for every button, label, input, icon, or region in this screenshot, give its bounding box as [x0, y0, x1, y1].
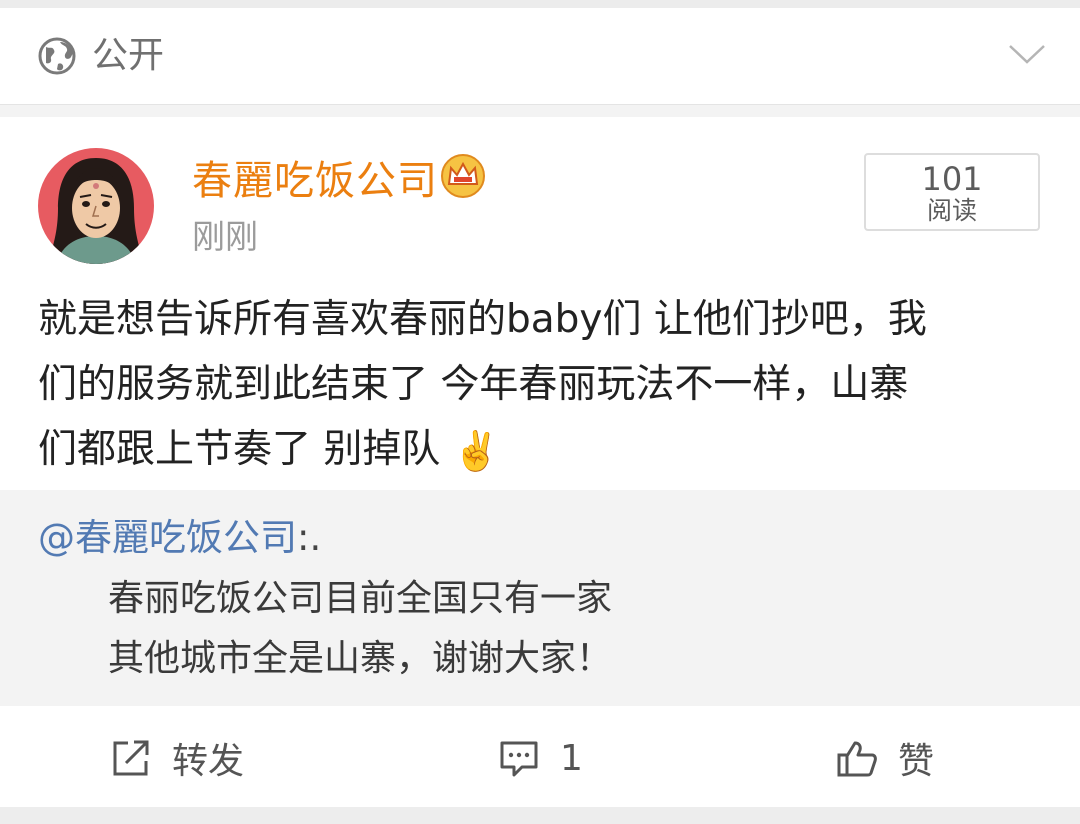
post-text-line: 就是想告诉所有喜欢春丽的baby们 让他们抄吧，我: [38, 297, 927, 342]
read-count-badge: 101 阅读: [864, 153, 1040, 231]
repost-author-link[interactable]: @春麗吃饭公司: [38, 516, 297, 559]
comment-count: 1: [560, 737, 583, 779]
repost-icon: [113, 740, 149, 776]
reposted-content[interactable]: @春麗吃饭公司:. 春丽吃饭公司目前全国只有一家 其他城市全是山寨，谢谢大家！: [0, 490, 1080, 706]
repost-author-suffix: :.: [297, 516, 322, 559]
visibility-selector[interactable]: 公开: [0, 8, 1080, 105]
repost-author-line: @春麗吃饭公司:.: [38, 514, 321, 562]
comment-button[interactable]: 1: [498, 733, 583, 783]
author-name[interactable]: 春麗吃饭公司: [192, 157, 438, 205]
post-timestamp: 刚刚: [192, 217, 258, 256]
visibility-label: 公开: [92, 35, 165, 76]
crown-icon: [441, 154, 485, 198]
post-text-line: 们的服务就到此结束了 今年春丽玩法不一样，山寨: [38, 362, 909, 407]
read-label: 阅读: [926, 196, 977, 225]
action-bar: 转发 1 赞: [0, 707, 1080, 807]
repost-text-line: 其他城市全是山寨，谢谢大家！: [108, 638, 613, 679]
repost-text-line: 春丽吃饭公司目前全国只有一家: [108, 578, 613, 619]
post-text-line-content: 们都跟上节奏了 别掉队: [38, 427, 441, 472]
bottom-strip: [0, 807, 1080, 824]
repost-label: 转发: [172, 741, 245, 782]
post-card: 春麗吃饭公司 刚刚 101 阅读 就是想告诉所有喜欢春丽的baby们 让他们抄吧…: [0, 117, 1080, 807]
chevron-down-icon[interactable]: [1008, 43, 1046, 65]
thumbs-up-icon: [837, 741, 877, 777]
read-count: 101: [921, 160, 983, 198]
post-text-line: 们都跟上节奏了 别掉队 ✌️: [38, 417, 1038, 484]
post-text: 就是想告诉所有喜欢春丽的baby们 让他们抄吧，我 们的服务就到此结束了 今年春…: [38, 287, 1038, 484]
avatar[interactable]: [38, 148, 154, 264]
globe-icon: [38, 37, 76, 75]
top-strip: [0, 0, 1080, 8]
victory-hand-emoji: ✌️: [452, 429, 501, 473]
comment-icon: [500, 741, 538, 777]
section-gap: [0, 105, 1080, 117]
like-button[interactable]: 赞: [836, 733, 934, 783]
repost-button[interactable]: 转发: [110, 733, 244, 783]
like-label: 赞: [898, 741, 935, 782]
